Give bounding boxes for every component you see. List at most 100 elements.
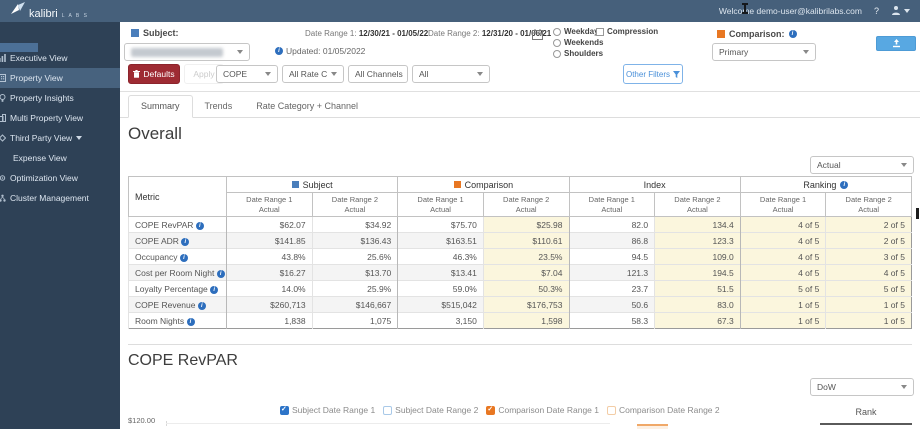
value-cell: 194.5 xyxy=(654,264,741,281)
radio-icon[interactable] xyxy=(553,38,561,47)
value-cell: $136.43 xyxy=(311,232,398,249)
table-row: Loyalty Percentage 14.0% 25.9% 59.0% 50.… xyxy=(128,280,912,297)
info-icon[interactable] xyxy=(210,285,219,294)
info-icon[interactable] xyxy=(181,237,190,246)
subheader: Date Range 2 Actual xyxy=(654,192,741,217)
export-button[interactable] xyxy=(876,36,916,51)
value-cell: 83.0 xyxy=(654,296,741,313)
checkbox-checked-icon[interactable] xyxy=(280,405,289,415)
checkbox-unchecked-icon[interactable] xyxy=(606,405,616,415)
metric-cell: COPE ADR xyxy=(128,232,227,249)
sidebar-item-executive-view[interactable]: Executive View xyxy=(0,48,120,68)
sidebar-item-cluster-management[interactable]: Cluster Management xyxy=(0,188,120,208)
value-cell: 50.3% xyxy=(482,280,569,297)
value-cell: 134.4 xyxy=(654,216,741,233)
sidebar-item-multi-property-view[interactable]: Multi Property View xyxy=(0,108,120,128)
subheader: Date Range 1 Actual xyxy=(397,192,484,217)
optimization-view-icon xyxy=(0,174,6,184)
trash-icon xyxy=(133,70,141,78)
value-cell: 2 of 5 xyxy=(825,232,912,249)
sidebar-item-property-view[interactable]: Property View xyxy=(0,68,120,88)
value-cell: 86.8 xyxy=(568,232,655,249)
sidebar-item-property-insights[interactable]: Property Insights xyxy=(0,88,120,108)
subject-color-swatch xyxy=(291,181,299,188)
rate-category-select[interactable]: All Rate Category xyxy=(282,65,344,83)
overall-table: Metric Subject Comparison Index Ranking … xyxy=(128,176,913,329)
chevron-down-icon xyxy=(477,72,483,76)
value-cell: 58.3 xyxy=(568,312,655,329)
value-cell: 5 of 5 xyxy=(825,280,912,297)
value-cell: $13.41 xyxy=(397,264,484,281)
chart-bar-stub xyxy=(637,424,668,429)
value-cell: $7.04 xyxy=(482,264,569,281)
checkbox-icon[interactable] xyxy=(596,27,604,36)
table-row: Cost per Room Night $16.27 $13.70 $13.41… xyxy=(128,264,912,281)
rank-toggle[interactable]: Rank xyxy=(820,407,912,425)
legend-comparison-range2[interactable]: Comparison Date Range 2 xyxy=(606,405,720,415)
value-cell: $176,753 xyxy=(482,296,569,313)
tab-trends[interactable]: Trends xyxy=(193,96,245,117)
info-icon[interactable] xyxy=(179,253,188,262)
metric-cell: COPE RevPAR xyxy=(128,216,227,233)
table-row: Room Nights 1,838 1,075 3,150 1,598 58.3… xyxy=(128,312,912,329)
cope-select[interactable]: COPE xyxy=(216,65,278,83)
info-icon xyxy=(275,47,283,55)
value-cell: 121.3 xyxy=(568,264,655,281)
kalibri-logo[interactable]: kalibri L A B S xyxy=(10,2,88,20)
calendar-icon[interactable] xyxy=(532,27,543,45)
comparison-group-header: Comparison xyxy=(397,176,570,193)
overall-title: Overall xyxy=(128,124,182,143)
redacted-subject-value xyxy=(131,47,223,57)
tab-rate-category-channel[interactable]: Rate Category + Channel xyxy=(244,96,370,117)
radio-icon[interactable] xyxy=(553,27,561,36)
dow-select[interactable]: DoW xyxy=(810,378,914,396)
defaults-button[interactable]: Defaults xyxy=(128,64,180,84)
info-icon[interactable] xyxy=(197,301,206,310)
value-cell: 23.7 xyxy=(568,280,655,297)
sidebar-item-third-party-view[interactable]: Third Party View xyxy=(0,128,120,148)
subject-label: Subject: xyxy=(131,28,179,38)
value-cell: 123.3 xyxy=(654,232,741,249)
info-icon[interactable] xyxy=(788,30,797,38)
info-icon[interactable] xyxy=(186,317,195,326)
compression-checkbox[interactable]: Compression xyxy=(596,27,658,36)
subject-select[interactable] xyxy=(124,43,250,61)
value-cell: 5 of 5 xyxy=(739,280,826,297)
value-cell: 43.8% xyxy=(226,248,313,265)
info-icon[interactable] xyxy=(195,221,204,230)
value-cell: 94.5 xyxy=(568,248,655,265)
value-cell: 25.6% xyxy=(311,248,398,265)
chevron-down-icon xyxy=(901,163,907,167)
chevron-down-icon xyxy=(237,50,243,54)
comparison-select[interactable]: Primary xyxy=(712,43,816,61)
radio-icon[interactable] xyxy=(553,49,561,58)
actual-select[interactable]: Actual xyxy=(810,156,914,174)
checkbox-unchecked-icon[interactable] xyxy=(383,405,393,415)
sidebar-item-optimization-view[interactable]: Optimization View xyxy=(0,168,120,188)
value-cell: 1 of 5 xyxy=(825,312,912,329)
info-icon[interactable] xyxy=(216,269,225,278)
user-menu[interactable] xyxy=(891,5,910,17)
help-button[interactable]: ? xyxy=(874,6,879,16)
shoulders-radio[interactable]: Shoulders xyxy=(553,49,603,58)
legend-comparison-range1[interactable]: Comparison Date Range 1 xyxy=(486,405,599,415)
legend-subject-range1[interactable]: Subject Date Range 1 xyxy=(280,405,375,415)
sidebar-item-expense-view[interactable]: Expense View xyxy=(0,148,120,168)
value-cell: $75.70 xyxy=(397,216,484,233)
segment-select[interactable]: All xyxy=(412,65,490,83)
channels-select[interactable]: All Channels xyxy=(348,65,408,83)
user-icon xyxy=(891,5,901,17)
value-cell: 82.0 xyxy=(568,216,655,233)
other-filters-button[interactable]: Other Filters xyxy=(623,64,683,84)
value-cell: 4 of 5 xyxy=(739,248,826,265)
table-row: Occupancy 43.8% 25.6% 46.3% 23.5% 94.5 1… xyxy=(128,248,912,265)
checkbox-checked-icon[interactable] xyxy=(486,405,496,415)
sidebar: Executive View Property View Property In… xyxy=(0,22,120,429)
third-party-view-icon xyxy=(0,134,7,144)
info-icon[interactable] xyxy=(840,180,849,189)
tab-summary[interactable]: Summary xyxy=(128,95,193,118)
legend-subject-range2[interactable]: Subject Date Range 2 xyxy=(383,405,478,415)
subheader: Date Range 1 Actual xyxy=(568,192,656,217)
weekends-radio[interactable]: Weekends xyxy=(553,38,603,47)
value-cell: 1 of 5 xyxy=(825,296,912,313)
